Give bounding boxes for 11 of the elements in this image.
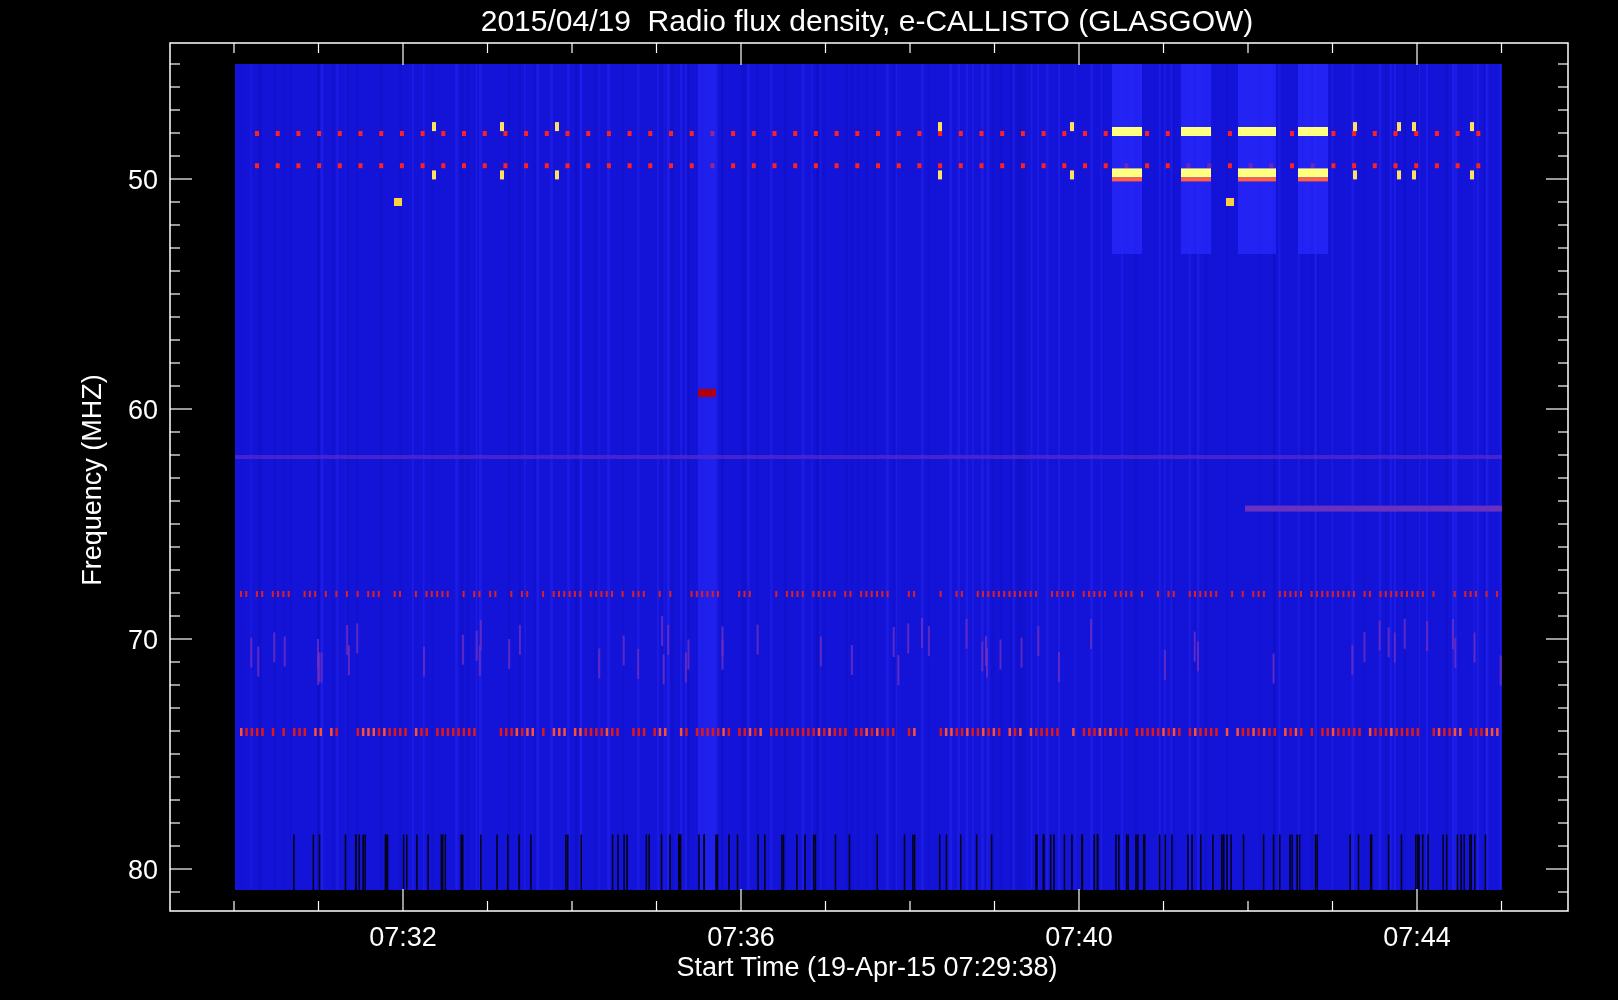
x-tick-label: 07:44 [1383, 922, 1451, 952]
y-tick-label: 80 [127, 855, 158, 885]
y-axis-label: Frequency (MHZ) [77, 374, 107, 586]
y-tick-label: 50 [127, 165, 158, 195]
chart-title: 2015/04/19 Radio flux density, e-CALLISTO (GLASGOW) [480, 4, 1254, 37]
x-axis-label: Start Time (19-Apr-15 07:29:38) [676, 952, 1058, 982]
y-tick-label: 60 [127, 395, 158, 425]
y-tick-label: 70 [127, 625, 158, 655]
x-tick-label: 07:40 [1045, 922, 1113, 952]
x-tick-label: 07:32 [369, 922, 437, 952]
x-tick-label: 07:36 [707, 922, 775, 952]
